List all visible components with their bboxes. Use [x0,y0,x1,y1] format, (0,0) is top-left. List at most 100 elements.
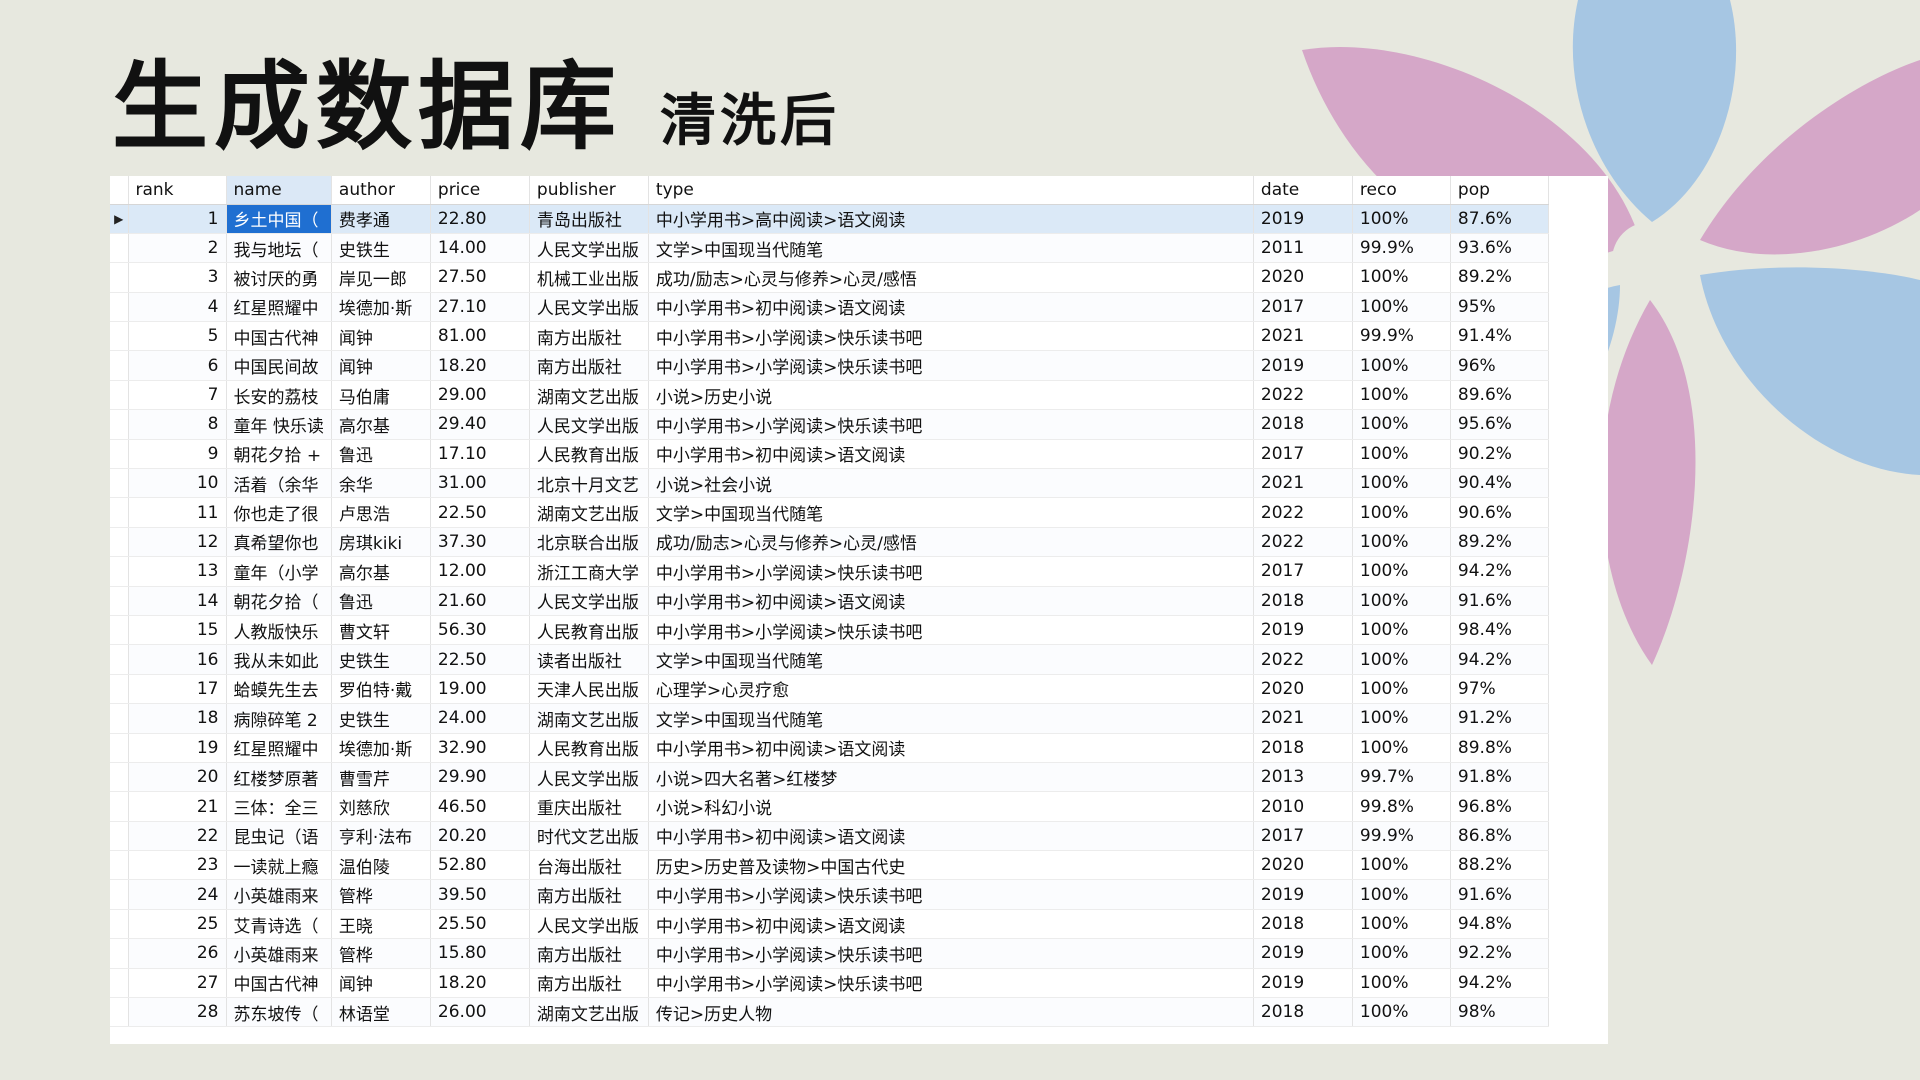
cell-author[interactable]: 王晓 [331,909,431,940]
column-header-type[interactable]: type [648,176,1254,205]
cell-rank[interactable]: 24 [128,879,227,910]
cell-author[interactable]: 罗伯特·戴 [331,674,431,705]
cell-rank[interactable]: 8 [128,409,227,440]
cell-publisher[interactable]: 湖南文艺出版 [529,497,649,528]
cell-rank[interactable]: 21 [128,791,227,822]
table-row[interactable]: 10 活着（余华 余华 31.00 北京十月文艺 小说>社会小说 2021 100% 90.4% [110,468,1549,499]
row-indicator[interactable] [110,409,129,440]
cell-rank[interactable]: 11 [128,497,227,528]
cell-pop[interactable]: 88.2% [1450,850,1549,881]
cell-pop[interactable]: 95.6% [1450,409,1549,440]
cell-type[interactable]: 传记>历史人物 [648,997,1254,1028]
row-indicator[interactable] [110,733,129,763]
cell-rank[interactable]: 27 [128,968,227,999]
cell-date[interactable]: 2021 [1253,468,1353,499]
cell-author[interactable]: 费孝通 [331,204,431,234]
cell-author[interactable]: 曹雪芹 [331,762,431,793]
cell-name[interactable]: 中国古代神 [226,321,332,352]
cell-price[interactable]: 22.50 [430,497,530,528]
row-indicator[interactable] [110,527,129,558]
cell-rank[interactable]: 28 [128,997,227,1028]
cell-reco[interactable]: 100% [1352,703,1451,734]
cell-reco[interactable]: 100% [1352,909,1451,940]
cell-name[interactable]: 蛤蟆先生去 [226,674,332,705]
cell-publisher[interactable]: 人民教育出版 [529,733,649,763]
cell-pop[interactable]: 86.8% [1450,821,1549,852]
cell-type[interactable]: 历史>历史普及读物>中国古代史 [648,850,1254,881]
cell-type[interactable]: 文学>中国现当代随笔 [648,644,1254,675]
cell-pop[interactable]: 92.2% [1450,938,1549,969]
table-row[interactable]: 5 中国古代神 闻钟 81.00 南方出版社 中小学用书>小学阅读>快乐读书吧 2021 99… [110,321,1549,352]
row-indicator[interactable] [110,615,129,646]
cell-author[interactable]: 闻钟 [331,968,431,999]
cell-date[interactable]: 2019 [1253,938,1353,969]
cell-author[interactable]: 埃德加·斯 [331,733,431,763]
cell-date[interactable]: 2018 [1253,586,1353,616]
table-row[interactable]: 16 我从未如此 史铁生 22.50 读者出版社 文学>中国现当代随笔 2022 100% 94… [110,644,1549,675]
cell-type[interactable]: 小说>四大名著>红楼梦 [648,762,1254,793]
row-indicator[interactable] [110,644,129,675]
row-indicator[interactable] [110,350,129,381]
cell-pop[interactable]: 91.4% [1450,321,1549,352]
cell-author[interactable]: 高尔基 [331,556,431,587]
cell-date[interactable]: 2021 [1253,703,1353,734]
cell-price[interactable]: 14.00 [430,233,530,264]
cell-author[interactable]: 高尔基 [331,409,431,440]
cell-rank[interactable]: 20 [128,762,227,793]
cell-price[interactable]: 25.50 [430,909,530,940]
cell-author[interactable]: 闻钟 [331,350,431,381]
cell-name[interactable]: 艾青诗选（ [226,909,332,940]
cell-rank[interactable]: 3 [128,262,227,293]
cell-rank[interactable]: 13 [128,556,227,587]
cell-reco[interactable]: 100% [1352,644,1451,675]
cell-publisher[interactable]: 人民文学出版 [529,762,649,793]
cell-author[interactable]: 管桦 [331,938,431,969]
cell-rank[interactable]: 18 [128,703,227,734]
cell-publisher[interactable]: 人民文学出版 [529,586,649,616]
cell-author[interactable]: 马伯庸 [331,380,431,411]
cell-author[interactable]: 刘慈欣 [331,791,431,822]
cell-price[interactable]: 29.40 [430,409,530,440]
cell-publisher[interactable]: 人民文学出版 [529,292,649,323]
cell-reco[interactable]: 100% [1352,497,1451,528]
cell-reco[interactable]: 100% [1352,204,1451,234]
row-indicator[interactable] [110,909,129,940]
cell-price[interactable]: 46.50 [430,791,530,822]
cell-author[interactable]: 史铁生 [331,703,431,734]
table-row[interactable]: 9 朝花夕拾 + 鲁迅 17.10 人民教育出版 中小学用书>初中阅读>语文阅读 2017 1… [110,439,1549,470]
cell-date[interactable]: 2017 [1253,556,1353,587]
cell-publisher[interactable]: 湖南文艺出版 [529,703,649,734]
cell-publisher[interactable]: 湖南文艺出版 [529,997,649,1028]
cell-author[interactable]: 房琪kiki [331,527,431,558]
cell-price[interactable]: 22.80 [430,204,530,234]
cell-publisher[interactable]: 人民教育出版 [529,615,649,646]
cell-publisher[interactable]: 人民文学出版 [529,233,649,264]
table-row[interactable]: 8 童年 快乐读 高尔基 29.40 人民文学出版 中小学用书>小学阅读>快乐读书吧 201… [110,409,1549,440]
cell-pop[interactable]: 91.8% [1450,762,1549,793]
cell-rank[interactable]: 6 [128,350,227,381]
cell-type[interactable]: 中小学用书>小学阅读>快乐读书吧 [648,968,1254,999]
cell-pop[interactable]: 96% [1450,350,1549,381]
cell-type[interactable]: 中小学用书>初中阅读>语文阅读 [648,586,1254,616]
cell-rank[interactable]: 5 [128,321,227,352]
cell-rank[interactable]: 25 [128,909,227,940]
cell-reco[interactable]: 100% [1352,850,1451,881]
cell-reco[interactable]: 99.9% [1352,233,1451,264]
cell-price[interactable]: 21.60 [430,586,530,616]
cell-author[interactable]: 曹文轩 [331,615,431,646]
cell-rank[interactable]: 10 [128,468,227,499]
cell-type[interactable]: 中小学用书>高中阅读>语文阅读 [648,204,1254,234]
cell-type[interactable]: 中小学用书>小学阅读>快乐读书吧 [648,350,1254,381]
cell-date[interactable]: 2017 [1253,292,1353,323]
cell-name[interactable]: 长安的荔枝 [226,380,332,411]
cell-name[interactable]: 苏东坡传（ [226,997,332,1028]
cell-author[interactable]: 埃德加·斯 [331,292,431,323]
table-row[interactable]: 3 被讨厌的勇 岸见一郎 27.50 机械工业出版 成功/励志>心灵与修养>心灵/感悟 20… [110,262,1549,293]
cell-name[interactable]: 红楼梦原著 [226,762,332,793]
column-header-publisher[interactable]: publisher [529,176,649,205]
cell-publisher[interactable]: 人民文学出版 [529,409,649,440]
cell-price[interactable]: 32.90 [430,733,530,763]
row-indicator[interactable] [110,497,129,528]
cell-publisher[interactable]: 读者出版社 [529,644,649,675]
cell-price[interactable]: 29.90 [430,762,530,793]
